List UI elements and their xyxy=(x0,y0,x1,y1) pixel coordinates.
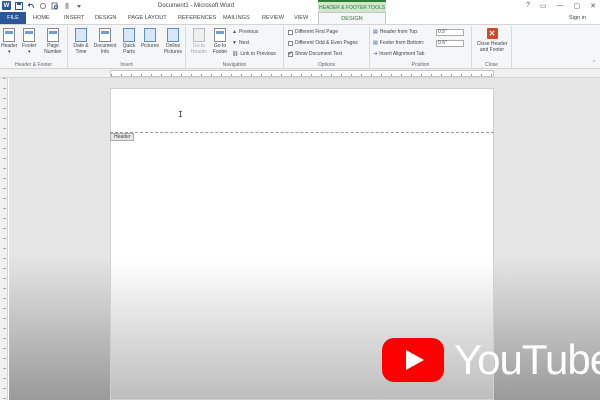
contextual-tab-label: HEADER & FOOTER TOOLS xyxy=(318,0,386,12)
link-icon: ⛓ xyxy=(232,51,239,57)
footer-position-icon: ▤ xyxy=(373,40,378,46)
online-pictures-button[interactable]: Online Pictures xyxy=(162,28,184,55)
redo-icon[interactable] xyxy=(38,1,47,10)
quick-parts-button[interactable]: Quick Parts xyxy=(120,28,138,55)
youtube-watermark: YouTube xyxy=(382,338,600,382)
alignment-tab-icon: ⇥ xyxy=(373,51,378,57)
tab-review[interactable]: REVIEW xyxy=(262,15,284,21)
document-info-button[interactable]: Document Info xyxy=(92,28,118,55)
header-icon xyxy=(3,28,16,42)
group-label: Options xyxy=(317,62,336,68)
header-tag: Header xyxy=(110,133,135,141)
tab-mailings[interactable]: MAILINGS xyxy=(223,15,250,21)
youtube-wordmark: YouTube xyxy=(454,336,600,383)
tab-insert[interactable]: INSERT xyxy=(64,15,84,21)
title-bar: W Document1 - Microsoft Word HEADER & FO… xyxy=(0,0,600,12)
footer-icon xyxy=(23,28,36,42)
group-label: Header & Footer xyxy=(15,62,52,68)
ribbon-tabs: FILE HOME INSERT DESIGN PAGE LAYOUT REFE… xyxy=(0,12,600,24)
document-info-icon xyxy=(99,28,111,42)
show-document-text-checkbox[interactable]: Show Document Text xyxy=(288,50,342,57)
vertical-ruler[interactable] xyxy=(0,78,8,400)
pictures-button[interactable]: Pictures xyxy=(140,28,160,49)
previous-button[interactable]: ▲ Previous xyxy=(232,29,258,35)
next-icon: ▼ xyxy=(232,40,237,46)
print-preview-icon[interactable] xyxy=(50,1,59,10)
tab-file[interactable]: FILE xyxy=(0,12,26,24)
window-title: Document1 - Microsoft Word xyxy=(158,3,235,9)
quick-access-toolbar: W xyxy=(2,1,83,10)
pictures-icon xyxy=(144,28,156,42)
header-button[interactable]: Header ▾ xyxy=(1,28,17,55)
quick-parts-icon xyxy=(123,28,135,42)
group-label: Close xyxy=(485,62,498,68)
checkbox-icon xyxy=(288,29,293,35)
tab-page-layout[interactable]: PAGE LAYOUT xyxy=(128,15,167,21)
ribbon: Header ▾ Footer ▾ Page Number Header & Foo… xyxy=(0,24,600,69)
close-window-icon[interactable]: ✕ xyxy=(590,2,596,10)
calendar-icon xyxy=(75,28,87,42)
page-number-icon xyxy=(47,28,59,42)
checkbox-icon xyxy=(288,40,293,46)
group-options: Different First Page Different Odd & Eve… xyxy=(284,26,370,69)
page-number-button[interactable]: Page Number xyxy=(42,28,64,55)
maximize-icon[interactable]: ▢ xyxy=(574,2,581,10)
header-from-top-row: ▤ Header from Top: xyxy=(373,29,419,35)
save-icon[interactable] xyxy=(14,1,23,10)
youtube-play-icon xyxy=(382,338,444,382)
go-to-header-icon xyxy=(193,28,205,42)
online-pictures-icon xyxy=(167,28,179,42)
close-header-footer-button[interactable]: ✕ Close Header and Footer xyxy=(474,28,510,53)
group-position: ▤ Header from Top: 0.5" ▤ Footer from Bo… xyxy=(370,26,472,69)
footer-button[interactable]: Footer ▾ xyxy=(22,28,36,55)
tab-design-active[interactable]: DESIGN xyxy=(318,12,386,24)
link-to-previous-button[interactable]: ⛓ Link to Previous xyxy=(232,51,276,57)
previous-icon: ▲ xyxy=(232,29,237,35)
tab-design-doc[interactable]: DESIGN xyxy=(95,15,116,21)
different-first-page-checkbox[interactable]: Different First Page xyxy=(288,29,338,35)
different-odd-even-checkbox[interactable]: Different Odd & Even Pages xyxy=(288,40,358,46)
window-controls: ? ▭ — ▢ ✕ xyxy=(526,2,596,10)
date-time-button[interactable]: Date & Time xyxy=(71,28,91,55)
horizontal-ruler[interactable] xyxy=(0,69,600,78)
group-navigation: Go to Header Go to Footer ▲ Previous ▼ N… xyxy=(186,26,284,69)
group-label: Position xyxy=(411,62,430,68)
touch-mode-icon[interactable] xyxy=(62,1,71,10)
tab-references[interactable]: REFERENCES xyxy=(178,15,216,21)
close-icon: ✕ xyxy=(486,28,498,39)
collapse-ribbon-icon[interactable]: ⌃ xyxy=(592,60,596,66)
ruler-scale xyxy=(110,70,494,77)
tab-view[interactable]: VIEW xyxy=(294,15,308,21)
header-from-top-input[interactable]: 0.5" xyxy=(436,29,464,36)
go-to-footer-button[interactable]: Go to Footer xyxy=(210,28,230,55)
group-label: Insert xyxy=(120,62,133,68)
header-position-icon: ▤ xyxy=(373,29,378,35)
ribbon-display-options-icon[interactable]: ▭ xyxy=(540,2,547,10)
minimize-icon[interactable]: — xyxy=(557,2,564,10)
insert-alignment-tab-button[interactable]: ⇥ Insert Alignment Tab xyxy=(373,51,424,57)
tab-home[interactable]: HOME xyxy=(33,15,50,21)
sign-in-link[interactable]: Sign in xyxy=(569,15,586,21)
footer-from-bottom-input[interactable]: 0.5" xyxy=(436,40,464,47)
go-to-footer-icon xyxy=(214,28,226,42)
group-header-footer: Header ▾ Footer ▾ Page Number Header & Foo… xyxy=(0,26,68,69)
group-insert: Date & Time Document Info Quick Parts Pi… xyxy=(68,26,186,69)
group-close: ✕ Close Header and Footer Close xyxy=(472,26,512,69)
help-icon[interactable]: ? xyxy=(526,2,530,10)
footer-from-bottom-row: ▤ Footer from Bottom: xyxy=(373,40,425,46)
header-boundary-line xyxy=(110,132,494,133)
group-label: Navigation xyxy=(222,62,247,68)
next-button[interactable]: ▼ Next xyxy=(232,40,249,46)
undo-icon[interactable] xyxy=(26,1,35,10)
checkbox-checked-icon xyxy=(288,50,293,57)
customize-qat-icon[interactable] xyxy=(74,1,83,10)
go-to-header-button[interactable]: Go to Header xyxy=(189,28,209,55)
i-beam-cursor-icon: I xyxy=(178,110,183,119)
word-logo-icon[interactable]: W xyxy=(2,1,11,10)
